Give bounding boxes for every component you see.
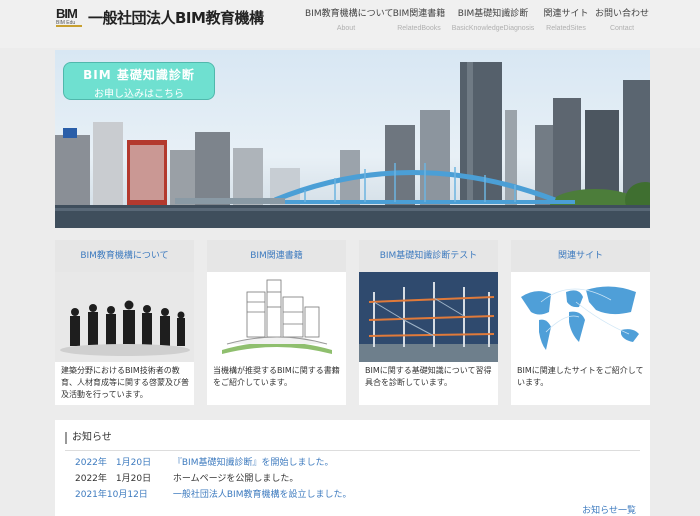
site-header: BIM BIM Edu 一般社団法人BIM教育機構 BIM教育機構について Ab… (0, 0, 700, 48)
nav-sublabel: About (336, 25, 356, 32)
steel-frame-image (359, 272, 498, 362)
card-about[interactable]: BIM教育機構について 建築分野におけるBIM技術者の教育、人材育成等に関する啓… (55, 240, 194, 405)
card-title: BIM基礎知識診断テスト (359, 240, 498, 272)
news-section: お知らせ 2022年 1月20日 『BIM基礎知識診断』を開始しました。 202… (55, 420, 650, 516)
news-text: ホームページを公開しました。 (172, 474, 299, 484)
book-sketch-image (207, 272, 346, 362)
promo-subtitle: お申し込みはこちら (94, 89, 184, 100)
nav-label: BIM関連書籍 (392, 9, 446, 19)
card-description: BIMに関連したサイトをご紹介しています。 (517, 366, 644, 387)
news-list-link[interactable]: お知らせ一覧 (582, 503, 636, 516)
nav-diagnosis[interactable]: BIM基礎知識診断 BasicKnowledgeDiagnosis (450, 6, 536, 32)
nav-label: BIM教育機構について (305, 9, 394, 19)
news-date: 2022年 1月20日 (75, 458, 152, 468)
site-logo[interactable]: BIM BIM Edu (56, 6, 82, 28)
nav-related-books[interactable]: BIM関連書籍 RelatedBooks (392, 6, 446, 32)
news-heading: お知らせ (65, 432, 112, 444)
nav-sublabel: Contact (609, 25, 635, 32)
news-text: 『BIM基礎知識診断』を開始しました。 (172, 458, 334, 468)
nav-label: BIM基礎知識診断 (457, 9, 529, 19)
nav-sublabel: RelatedSites (546, 25, 586, 32)
promo-title: BIM 基礎知識診断 (83, 68, 195, 82)
card-description: 建築分野におけるBIM技術者の教育、人材育成等に関する啓蒙及び普及活動を行ってい… (61, 366, 189, 399)
world-map-image (511, 272, 650, 362)
news-date: 2022年 1月20日 (75, 474, 152, 484)
logo-text: BIM (56, 6, 78, 21)
card-title: BIM教育機構について (55, 240, 194, 272)
nav-sublabel: RelatedBooks (397, 25, 441, 32)
card-title: 関連サイト (511, 240, 650, 272)
news-date: 2021年10月12日 (75, 490, 148, 500)
logo-underline (56, 25, 82, 27)
news-item[interactable]: 2021年10月12日 一般社団法人BIM教育機構を設立しました。 (75, 487, 351, 500)
diagnosis-promo-button[interactable]: BIM 基礎知識診断 お申し込みはこちら (63, 62, 215, 100)
card-related-sites[interactable]: 関連サイト BIMに関連したサイトをご紹介しています。 (511, 240, 650, 405)
card-diagnosis-test[interactable]: BIM基礎知識診断テスト BIMに関する基礎知識について習得具合を診断しています… (359, 240, 498, 405)
news-text: 一般社団法人BIM教育機構を設立しました。 (172, 490, 352, 500)
nav-about[interactable]: BIM教育機構について About (305, 6, 394, 32)
nav-label: 関連サイト (543, 9, 589, 19)
news-item: 2022年 1月20日 ホームページを公開しました。 (75, 471, 298, 484)
nav-label: お問い合わせ (595, 9, 650, 19)
news-item[interactable]: 2022年 1月20日 『BIM基礎知識診断』を開始しました。 (75, 455, 333, 468)
news-divider (65, 450, 640, 451)
nav-contact[interactable]: お問い合わせ Contact (595, 6, 649, 32)
card-books[interactable]: BIM関連書籍 当機構が推奨するBIMに関する書籍をご紹介しています。 (207, 240, 346, 405)
hero-banner: BIM 基礎知識診断 お申し込みはこちら (55, 50, 650, 228)
card-title: BIM関連書籍 (207, 240, 346, 272)
nav-related-sites[interactable]: 関連サイト RelatedSites (541, 6, 591, 32)
business-people-image (55, 272, 194, 362)
card-description: 当機構が推奨するBIMに関する書籍をご紹介しています。 (213, 366, 340, 387)
nav-sublabel: BasicKnowledgeDiagnosis (451, 25, 535, 32)
site-title[interactable]: 一般社団法人BIM教育機構 (88, 7, 264, 28)
card-description: BIMに関する基礎知識について習得具合を診断しています。 (365, 366, 492, 387)
